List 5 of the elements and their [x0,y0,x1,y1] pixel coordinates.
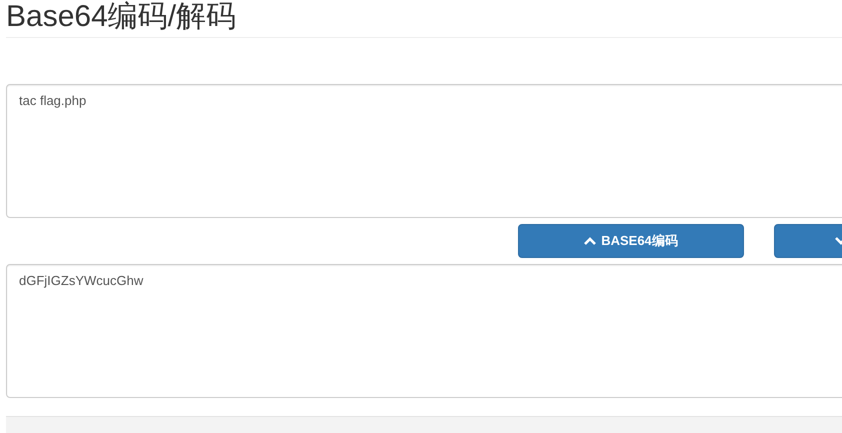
chevron-up-icon [584,237,596,245]
page-title: Base64编码/解码 [6,0,842,38]
input-field[interactable]: tac flag.php [6,84,842,218]
output-field[interactable]: dGFjIGZsYWcucGhw [6,264,842,398]
action-button[interactable]: BASE64编码 [518,224,744,258]
